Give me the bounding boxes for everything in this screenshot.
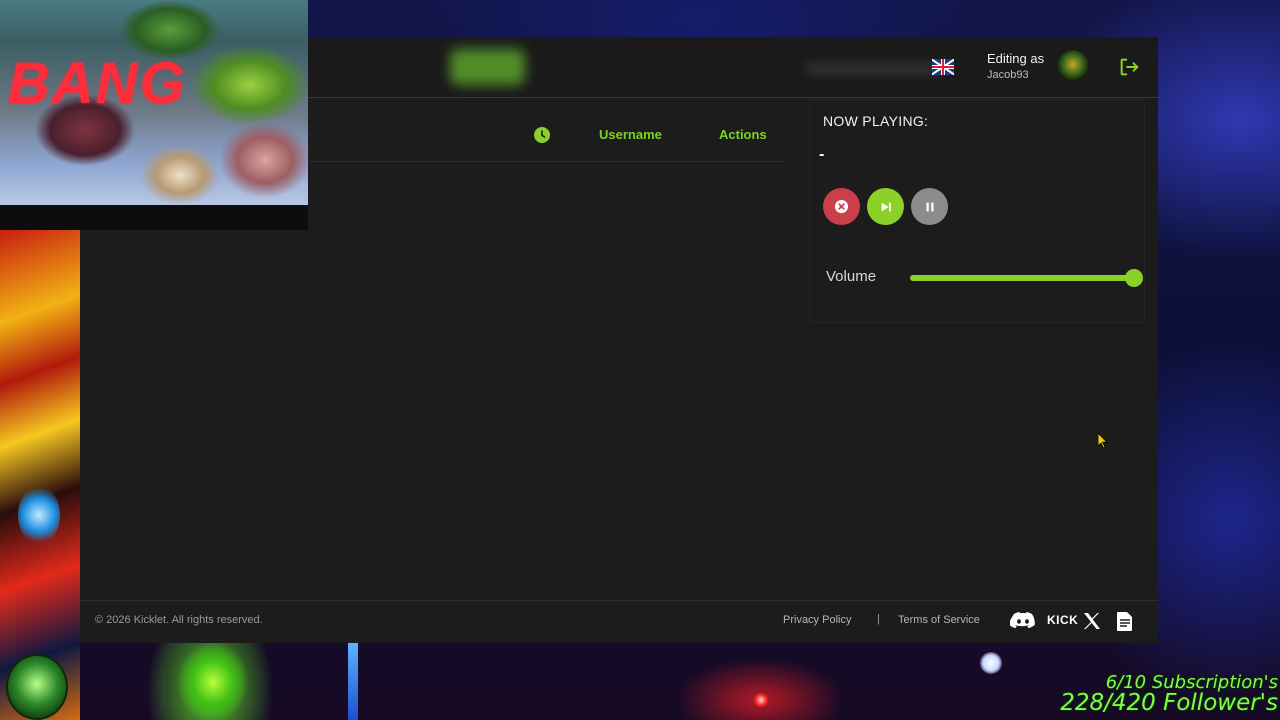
footer: © 2026 Kicklet. All rights reserved. Pri…: [80, 600, 1158, 644]
background-light-orb: [980, 652, 1002, 674]
blurred-nav-links[interactable]: [805, 63, 945, 75]
skip-next-icon: [881, 202, 891, 211]
volume-label: Volume: [826, 268, 877, 285]
background-blue-light: [348, 642, 358, 720]
editing-as-label: Editing as: [987, 51, 1045, 66]
close-icon: [834, 199, 849, 214]
uk-flag-icon[interactable]: [932, 59, 954, 75]
document-icon[interactable]: [1116, 611, 1134, 636]
volume-fill: [910, 275, 1134, 281]
clock-icon: [534, 127, 550, 143]
x-icon[interactable]: [1082, 611, 1102, 635]
queue-table-header: Username Actions: [308, 97, 786, 162]
now-playing-title: NOW PLAYING:: [823, 113, 929, 129]
background-green-light: [165, 642, 260, 720]
discord-icon[interactable]: [1009, 611, 1036, 635]
copyright-text: © 2026 Kicklet. All rights reserved.: [95, 614, 263, 626]
follower-goal: 228/420 Follower's: [1060, 690, 1278, 716]
now-playing-track: -: [819, 146, 825, 163]
stream-badge-icon: [6, 654, 68, 720]
remove-track-button[interactable]: [823, 188, 860, 225]
avatar[interactable]: [1057, 50, 1089, 82]
skip-button[interactable]: [867, 188, 904, 225]
terms-of-service-link[interactable]: Terms of Service: [898, 614, 980, 626]
webcam-overlay: BANG: [0, 0, 308, 230]
volume-slider[interactable]: [910, 269, 1143, 287]
footer-separator: |: [877, 613, 880, 625]
now-playing-panel: NOW PLAYING: - Volume: [809, 99, 1145, 323]
editing-as-block: Editing as Jacob93: [987, 51, 1044, 81]
column-header-actions: Actions: [719, 127, 767, 142]
background-red-light: [754, 693, 768, 707]
mouse-cursor-icon: [1097, 432, 1108, 449]
column-header-username[interactable]: Username: [599, 127, 662, 142]
background-neon-sign: [0, 230, 80, 720]
logout-icon[interactable]: [1118, 56, 1140, 78]
kick-icon[interactable]: KICK: [1047, 613, 1078, 627]
pause-icon: [926, 202, 933, 211]
pause-button[interactable]: [911, 188, 948, 225]
privacy-policy-link[interactable]: Privacy Policy: [783, 614, 851, 626]
volume-thumb[interactable]: [1125, 269, 1143, 287]
bang-overlay-text: BANG: [8, 51, 187, 116]
username-label: Jacob93: [987, 69, 1029, 81]
stream-goal-counter: 6/10 Subscription's 228/420 Follower's: [1060, 673, 1278, 716]
blurred-nav-button[interactable]: [450, 49, 525, 85]
